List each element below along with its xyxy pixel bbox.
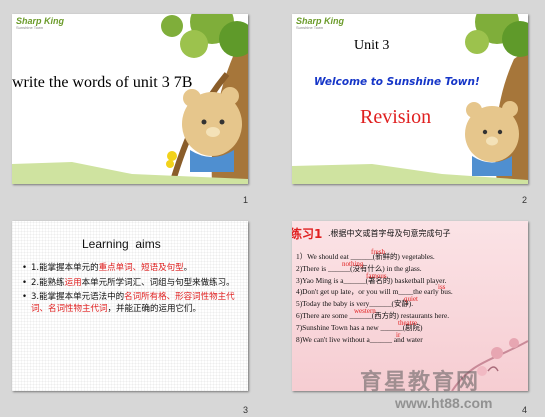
slide-subtitle: Welcome to Sunshine Town!	[314, 76, 480, 88]
revision-heading: Revision	[360, 106, 432, 128]
tree-illustration	[292, 14, 528, 184]
slide-logo: Sharp King Sunshine Town	[16, 16, 64, 30]
slide-thumbnail-2[interactable]: Sharp King Sunshine Town Unit 3 Welcome t…	[292, 14, 528, 184]
answer-text: famous	[366, 271, 387, 280]
exercise-label: 练习1	[292, 227, 323, 241]
aim-item: • 2.能熟练运用本单元所学词汇、词组与句型来做练习。	[22, 277, 235, 288]
slide-logo: Sharp King Sunshine Town	[296, 16, 344, 30]
answer-text: theatre	[398, 318, 418, 327]
answer-text: fresh	[371, 248, 385, 256]
line-text: 1）We should eat ______(新鲜的) vegetables.	[296, 252, 435, 261]
aim-text: 2.能熟练	[31, 277, 65, 288]
watermark-url: www.ht88.com	[395, 395, 493, 411]
slide-number-2: 2	[522, 195, 528, 205]
answer-text: iss	[438, 283, 446, 292]
unit-title: Unit 3	[354, 38, 390, 53]
exercise-lines: 1）We should eat ______(新鲜的) vegetables. f…	[296, 248, 526, 346]
aim-text: 3.能掌握本单元语法中的	[31, 292, 125, 302]
aim-highlight: 运用	[64, 277, 82, 288]
aim-end: 本单元所学词汇、词组与句型来做练习。	[81, 277, 235, 288]
exercise-line: 7)Sunshine Town has a new ______(剧院) thea…	[296, 319, 526, 334]
exercise-line: 2)There is ______(没有什么) in the glass. not…	[296, 260, 526, 275]
aim-end: ，并能正确的运用它们。	[107, 303, 202, 314]
exercise-line: 3)Yao Ming is a______(著名的) basketball pl…	[296, 272, 526, 287]
tree-illustration	[12, 14, 248, 184]
answer-text: ir	[396, 330, 401, 339]
aim-text: 1.能掌握本单元的	[31, 263, 99, 273]
slide-title: write the words of unit 3 7B	[12, 74, 193, 91]
slide-thumbnail-3[interactable]: Learning aims • 1.能掌握本单元的重点单词、短语及句型。 • 2.能…	[12, 221, 248, 391]
exercise-instruction: .根据中文或首字母及句意完成句子	[328, 229, 451, 238]
exercise-line: 1）We should eat ______(新鲜的) vegetables. f…	[296, 248, 526, 263]
aims-list: • 1.能掌握本单元的重点单词、短语及句型。 • 2.能熟练运用本单元所学词汇、词组…	[22, 263, 244, 315]
answer-text: western	[354, 306, 376, 315]
slide-thumbnail-1[interactable]: Sharp King Sunshine Town write the words …	[12, 14, 248, 184]
aim-end: 。	[183, 263, 193, 273]
exercise-line: 5)Today the baby is very______(安静). quiet	[296, 295, 526, 310]
slide-heading: Learning aims	[82, 237, 161, 251]
slide-number-1: 1	[243, 195, 249, 205]
aim-item: • 3.能掌握本单元语法中的名词所有格、形容词性物主代词、名词性物主代词，并能正确…	[22, 292, 235, 314]
answer-text: nothing	[342, 259, 364, 268]
answer-text: quiet	[404, 295, 418, 304]
watermark-chinese: 育星教育网	[360, 370, 481, 395]
aim-item: • 1.能掌握本单元的重点单词、短语及句型。	[22, 263, 193, 273]
line-text: 4)Don't get up late，or you will m____the…	[296, 287, 453, 297]
exercise-line: 8)We can't live without a______ and wate…	[296, 331, 526, 346]
slide-number-4: 4	[522, 405, 528, 415]
slide-number-3: 3	[243, 405, 249, 415]
aim-highlight: 重点单词、短语及句型	[98, 263, 184, 273]
line-text: 8)We can't live without a______ and wate…	[296, 334, 423, 344]
